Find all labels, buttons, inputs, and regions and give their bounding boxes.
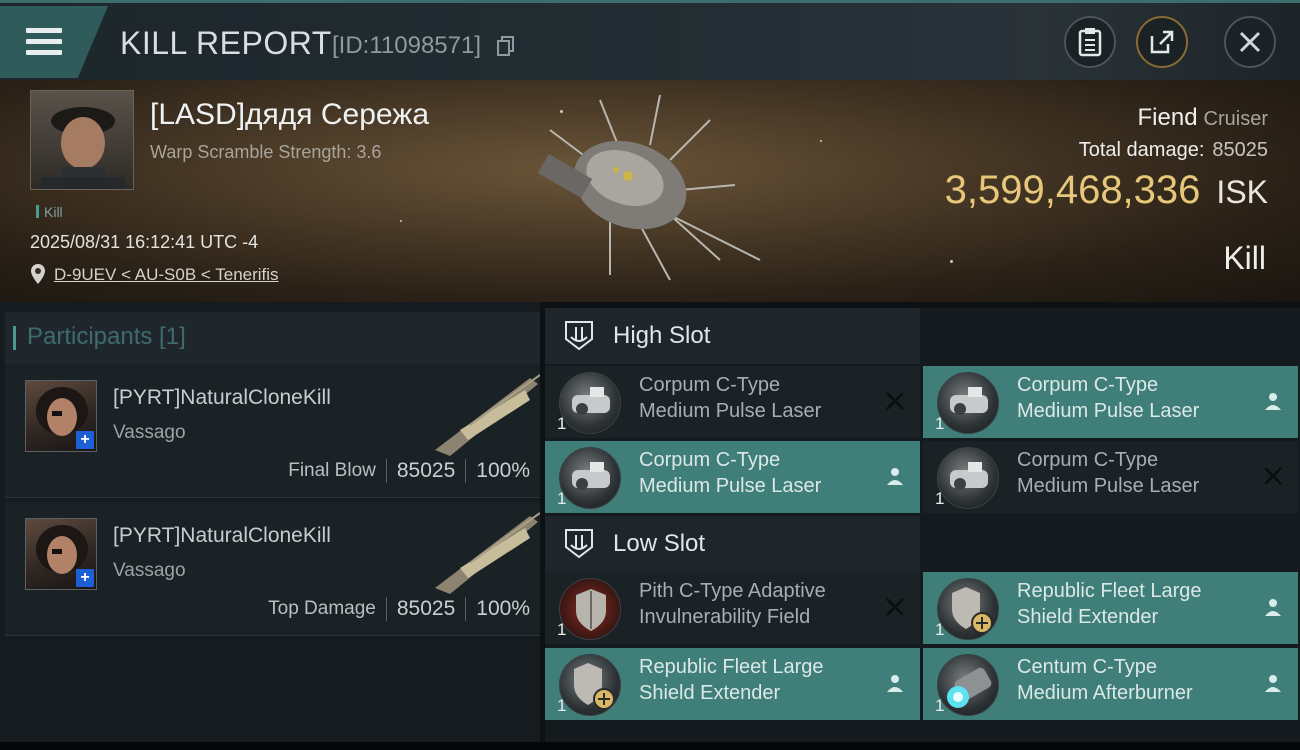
destroyed-icon: [886, 598, 904, 616]
participant-name: [PYRT]NaturalCloneKill: [113, 524, 331, 547]
copy-icon[interactable]: [497, 36, 515, 56]
person-icon: [887, 468, 903, 485]
menu-button[interactable]: [0, 6, 108, 78]
high-slot-header: High Slot: [545, 308, 920, 364]
pulse-laser-icon: [937, 372, 999, 434]
total-damage: Total damage: 85025: [1078, 139, 1268, 161]
plus-icon: +: [76, 569, 94, 587]
victim-portrait[interactable]: [30, 90, 134, 190]
kill-location-link[interactable]: D-9UEV < AU-S0B < Tenerifis: [54, 265, 279, 285]
participant-avatar: +: [25, 380, 97, 452]
isk-unit: ISK: [1216, 174, 1268, 210]
participant-ship: Vassago: [113, 560, 186, 581]
module-item[interactable]: 1 Corpum C-Type Medium Pulse Laser: [545, 366, 920, 438]
close-button[interactable]: [1224, 16, 1276, 68]
shield-extender-icon: [559, 654, 621, 716]
plus-icon: +: [76, 431, 94, 449]
module-item[interactable]: 1 Centum C-Type Medium Afterburner: [923, 648, 1298, 720]
invulnerability-field-icon: [559, 578, 621, 640]
person-icon: [1265, 393, 1281, 410]
close-icon: [1239, 31, 1261, 53]
page-title: KILL REPORT: [120, 25, 332, 61]
bottom-edge: [0, 742, 1300, 750]
low-slot-header: Low Slot: [545, 516, 920, 572]
clipboard-icon: [1078, 28, 1102, 57]
victim-panel: [LASD]дядя Сережа Warp Scramble Strength…: [0, 80, 1300, 302]
menu-icon: [26, 28, 62, 56]
kill-datetime: 2025/08/31 16:12:41 UTC -4: [30, 232, 259, 252]
person-icon: [1265, 675, 1281, 692]
participant-stats: Final Blow 85025 100%: [288, 459, 530, 483]
pulse-laser-icon: [559, 372, 621, 434]
isk-value: 3,599,468,336 ISK: [944, 168, 1268, 212]
fitting-panel: High Slot 1 Corpum C-Type Medium Pulse La…: [545, 308, 1300, 742]
slot-icon: [565, 529, 593, 559]
module-item[interactable]: 1 Republic Fleet Large Shield Extender: [545, 648, 920, 720]
module-item[interactable]: 1 Republic Fleet Large Shield Extender: [923, 572, 1298, 644]
module-item[interactable]: 1 Corpum C-Type Medium Pulse Laser: [545, 441, 920, 513]
kill-tag: Kill: [36, 204, 63, 220]
share-button[interactable]: [1136, 16, 1188, 68]
pulse-laser-icon: [937, 447, 999, 509]
ship-class: Cruiser: [1203, 108, 1268, 130]
participant-ship: Vassago: [113, 422, 186, 443]
person-icon: [887, 675, 903, 692]
share-icon: [1150, 30, 1174, 54]
report-id: [ID:11098571]: [332, 32, 482, 59]
participant-row[interactable]: + [PYRT]NaturalCloneKill Vassago Final B…: [5, 364, 540, 498]
participant-name: [PYRT]NaturalCloneKill: [113, 386, 331, 409]
participants-header[interactable]: Participants [1]: [5, 312, 540, 364]
module-item[interactable]: 1 Pith C-Type Adaptive Invulnerability Fi…: [545, 572, 920, 644]
participants-panel: Participants [1] + [PYRT]NaturalCloneKil…: [0, 302, 540, 742]
victim-name[interactable]: [LASD]дядя Сережа: [150, 98, 429, 132]
participant-ship-image: [435, 374, 540, 456]
module-item[interactable]: 1 Corpum C-Type Medium Pulse Laser: [923, 366, 1298, 438]
destroyed-icon: [1264, 467, 1282, 485]
participant-ship-image: [435, 512, 540, 594]
person-icon: [1265, 599, 1281, 616]
module-item[interactable]: 1 Corpum C-Type Medium Pulse Laser: [923, 441, 1298, 513]
clipboard-button[interactable]: [1064, 16, 1116, 68]
participants-title: Participants [1]: [13, 323, 186, 350]
shield-extender-icon: [937, 578, 999, 640]
victim-ship-image: [537, 94, 761, 281]
destroyed-icon: [886, 392, 904, 410]
header-bar: KILL REPORT [ID:11098571]: [0, 0, 1300, 80]
participant-row[interactable]: + [PYRT]NaturalCloneKill Vassago Top Dam…: [5, 502, 540, 636]
participant-stats: Top Damage 85025 100%: [268, 597, 530, 621]
kill-result: Kill: [1223, 240, 1266, 276]
location-pin-icon: [31, 264, 45, 284]
afterburner-icon: [937, 654, 999, 716]
pulse-laser-icon: [559, 447, 621, 509]
warp-scramble-strength: Warp Scramble Strength: 3.6: [150, 142, 382, 162]
participant-avatar: +: [25, 518, 97, 590]
slot-icon: [565, 321, 593, 351]
victim-ship-name[interactable]: Fiend Cruiser: [1138, 104, 1269, 132]
